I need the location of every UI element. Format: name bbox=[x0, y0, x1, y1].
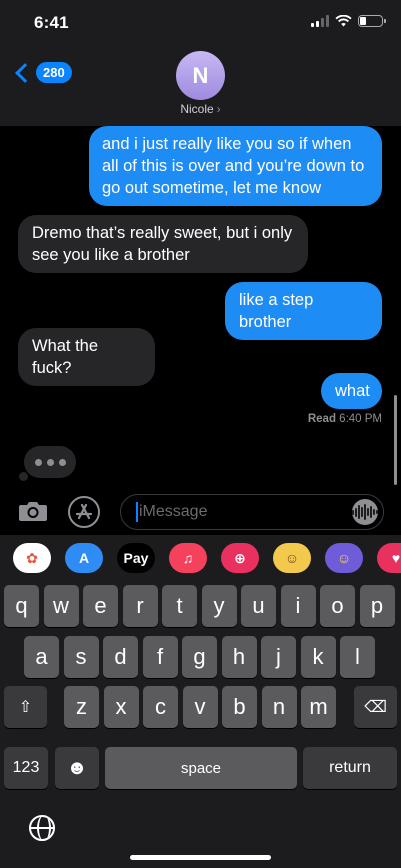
key-t[interactable]: t bbox=[162, 585, 197, 627]
shift-key[interactable]: ⇧ bbox=[4, 686, 47, 728]
battery-icon bbox=[358, 15, 386, 27]
typing-indicator-tail bbox=[19, 472, 28, 481]
text-cursor bbox=[136, 502, 138, 522]
key-x[interactable]: x bbox=[103, 686, 139, 728]
numbers-key[interactable]: 123 bbox=[4, 747, 48, 789]
keyboard: qwertyuiop asdfghjkl zxcvbnm ⇧ ⌫ 123 ☻ s… bbox=[0, 580, 401, 868]
audio-message-icon[interactable] bbox=[351, 499, 379, 525]
space-key[interactable]: space bbox=[105, 747, 297, 789]
key-k[interactable]: k bbox=[300, 636, 336, 678]
key-r[interactable]: r bbox=[122, 585, 158, 627]
key-z[interactable]: z bbox=[64, 686, 99, 728]
wifi-icon bbox=[335, 15, 352, 27]
key-w[interactable]: w bbox=[43, 585, 79, 627]
scrollbar[interactable] bbox=[394, 395, 397, 485]
emoji-key[interactable]: ☻ bbox=[55, 747, 99, 789]
delete-key[interactable]: ⌫ bbox=[354, 686, 397, 728]
chevron-left-icon bbox=[15, 62, 35, 83]
animoji-icon[interactable]: ☺ bbox=[325, 543, 363, 573]
app-store-glyph-icon bbox=[75, 503, 93, 520]
back-button[interactable]: 280 bbox=[14, 62, 72, 83]
key-y[interactable]: y bbox=[201, 585, 237, 627]
key-a[interactable]: a bbox=[24, 636, 59, 678]
key-c[interactable]: c bbox=[143, 686, 178, 728]
key-j[interactable]: j bbox=[261, 636, 296, 678]
read-time: 6:40 PM bbox=[339, 413, 382, 425]
contact-avatar[interactable]: N bbox=[176, 51, 225, 100]
key-n[interactable]: n bbox=[261, 686, 297, 728]
search-images-icon[interactable]: ⊕ bbox=[221, 543, 259, 573]
message-bubble-received[interactable]: Dremo that’s really sweet, but i only se… bbox=[18, 215, 308, 273]
key-l[interactable]: l bbox=[340, 636, 375, 678]
message-bubble-sent[interactable]: what bbox=[321, 373, 382, 409]
key-f[interactable]: f bbox=[142, 636, 178, 678]
message-bubble-sent[interactable]: and i just really like you so if when al… bbox=[89, 126, 382, 206]
key-b[interactable]: b bbox=[222, 686, 257, 728]
music-app-icon[interactable]: ♫ bbox=[169, 543, 207, 573]
read-receipt: Read 6:40 PM bbox=[308, 413, 382, 425]
memoji-stickers-icon[interactable]: ☺ bbox=[273, 543, 311, 573]
key-u[interactable]: u bbox=[241, 585, 276, 627]
key-v[interactable]: v bbox=[182, 686, 218, 728]
key-d[interactable]: d bbox=[103, 636, 138, 678]
message-placeholder: iMessage bbox=[139, 503, 208, 520]
key-e[interactable]: e bbox=[83, 585, 118, 627]
message-input[interactable]: iMessage bbox=[120, 494, 384, 530]
key-p[interactable]: p bbox=[359, 585, 395, 627]
camera-icon[interactable] bbox=[18, 500, 48, 522]
return-key[interactable]: return bbox=[303, 747, 397, 789]
apple-pay-icon[interactable]: Pay bbox=[117, 543, 155, 573]
read-label: Read bbox=[307, 413, 336, 425]
home-indicator[interactable] bbox=[130, 855, 271, 860]
app-store-drawer-icon[interactable] bbox=[68, 496, 100, 528]
message-bubble-sent[interactable]: like a step brother bbox=[225, 282, 382, 340]
imessage-app-strip: ✿ A Pay ♫ ⊕ ☺ ☺ ♥ bbox=[0, 535, 401, 580]
key-q[interactable]: q bbox=[4, 585, 39, 627]
digital-touch-icon[interactable]: ♥ bbox=[377, 543, 401, 573]
status-icons bbox=[311, 15, 386, 27]
key-m[interactable]: m bbox=[301, 686, 336, 728]
typing-indicator bbox=[24, 446, 76, 478]
conversation-header: 6:41 280 N Nicole › bbox=[0, 0, 401, 126]
app-store-icon[interactable]: A bbox=[65, 543, 103, 573]
chevron-right-icon: › bbox=[216, 102, 221, 116]
message-bubble-received[interactable]: What the fuck? bbox=[18, 328, 155, 386]
globe-icon[interactable] bbox=[29, 815, 55, 841]
status-time: 6:41 bbox=[34, 13, 69, 32]
key-i[interactable]: i bbox=[280, 585, 316, 627]
cellular-signal-icon bbox=[311, 15, 329, 27]
contact-name-button[interactable]: Nicole › bbox=[0, 102, 401, 116]
key-h[interactable]: h bbox=[221, 636, 257, 678]
photos-app-icon[interactable]: ✿ bbox=[13, 543, 51, 573]
contact-name: Nicole bbox=[180, 102, 214, 116]
key-g[interactable]: g bbox=[182, 636, 217, 678]
unread-count-badge: 280 bbox=[36, 62, 72, 83]
key-o[interactable]: o bbox=[320, 585, 355, 627]
key-s[interactable]: s bbox=[63, 636, 99, 678]
